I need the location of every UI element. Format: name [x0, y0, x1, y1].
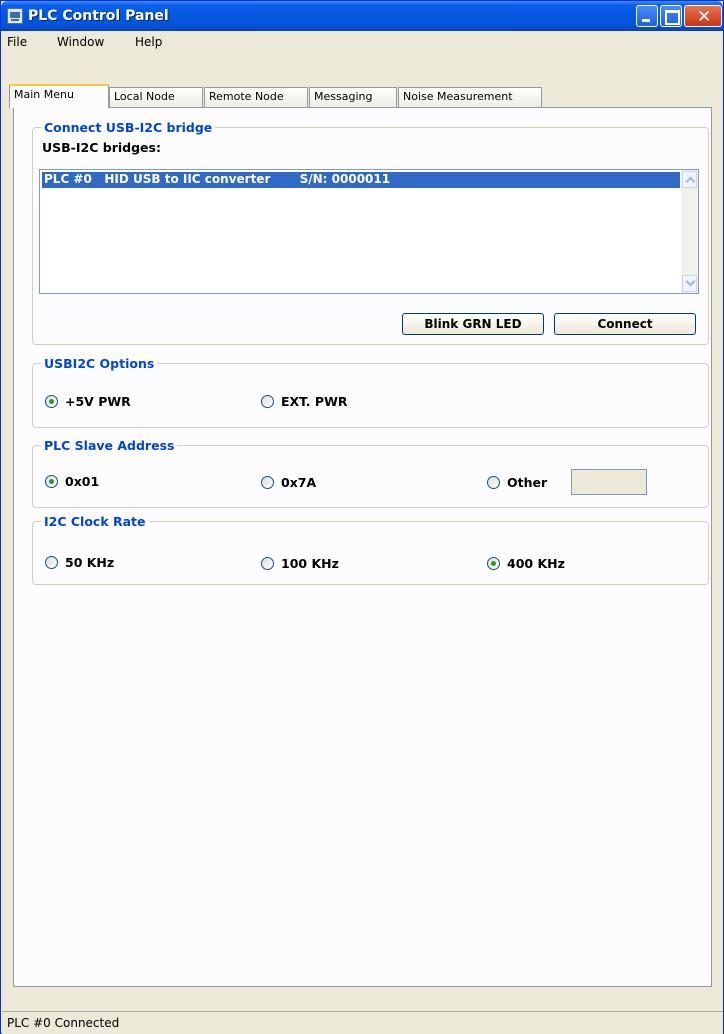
usbi2c-options-title: USBI2C Options — [41, 356, 158, 371]
menu-window[interactable]: Window — [57, 35, 104, 49]
close-button[interactable]: ✕ — [684, 5, 722, 27]
tab-noise-measurement[interactable]: Noise Measurement — [398, 87, 542, 107]
menu-bar: File Window Help — [2, 31, 723, 53]
scroll-down-icon[interactable] — [682, 275, 697, 292]
radio-unselected-icon — [487, 476, 500, 489]
radio-unselected-icon — [45, 556, 58, 569]
maximize-button[interactable] — [660, 5, 682, 27]
tab-local-node[interactable]: Local Node — [109, 87, 203, 107]
radio-selected-icon — [45, 475, 58, 488]
radio-selected-icon — [45, 395, 58, 408]
radio-selected-icon — [487, 557, 500, 570]
app-icon — [7, 8, 23, 24]
status-bar: PLC #0 Connected — [2, 1011, 723, 1034]
menu-file[interactable]: File — [7, 35, 27, 49]
radio-unselected-icon — [261, 476, 274, 489]
tab-remote-node[interactable]: Remote Node — [204, 87, 308, 107]
tab-messaging[interactable]: Messaging — [309, 87, 397, 107]
radio-unselected-icon — [261, 557, 274, 570]
usbi2c-options-group: USBI2C Options — [32, 356, 709, 428]
bridges-list-label: USB-I2C bridges: — [42, 140, 161, 155]
status-text: PLC #0 Connected — [7, 1016, 120, 1030]
clock-rate-group: I2C Clock Rate — [32, 514, 709, 585]
close-icon: ✕ — [697, 7, 712, 27]
menu-help[interactable]: Help — [135, 35, 162, 49]
slave-address-title: PLC Slave Address — [41, 438, 178, 453]
title-bar[interactable]: PLC Control Panel ✕ — [1, 1, 723, 31]
bridges-listbox[interactable]: PLC #0 HID USB to IIC converter S/N: 000… — [39, 169, 699, 294]
blink-led-button[interactable]: Blink GRN LED — [402, 313, 544, 335]
tab-main-menu[interactable]: Main Menu — [9, 84, 109, 108]
main-window: PLC Control Panel ✕ File Window Help Mai… — [0, 0, 724, 1034]
window-title: PLC Control Panel — [28, 8, 169, 24]
radio-unselected-icon — [261, 395, 274, 408]
other-address-input[interactable] — [571, 469, 647, 495]
connect-bridge-title: Connect USB-I2C bridge — [41, 120, 216, 135]
clock-rate-title: I2C Clock Rate — [41, 514, 149, 529]
list-item[interactable]: PLC #0 HID USB to IIC converter S/N: 000… — [42, 172, 680, 188]
scroll-up-icon[interactable] — [682, 171, 697, 188]
connect-button[interactable]: Connect — [554, 313, 696, 335]
minimize-button[interactable] — [636, 5, 658, 27]
listbox-scrollbar[interactable] — [681, 170, 698, 293]
